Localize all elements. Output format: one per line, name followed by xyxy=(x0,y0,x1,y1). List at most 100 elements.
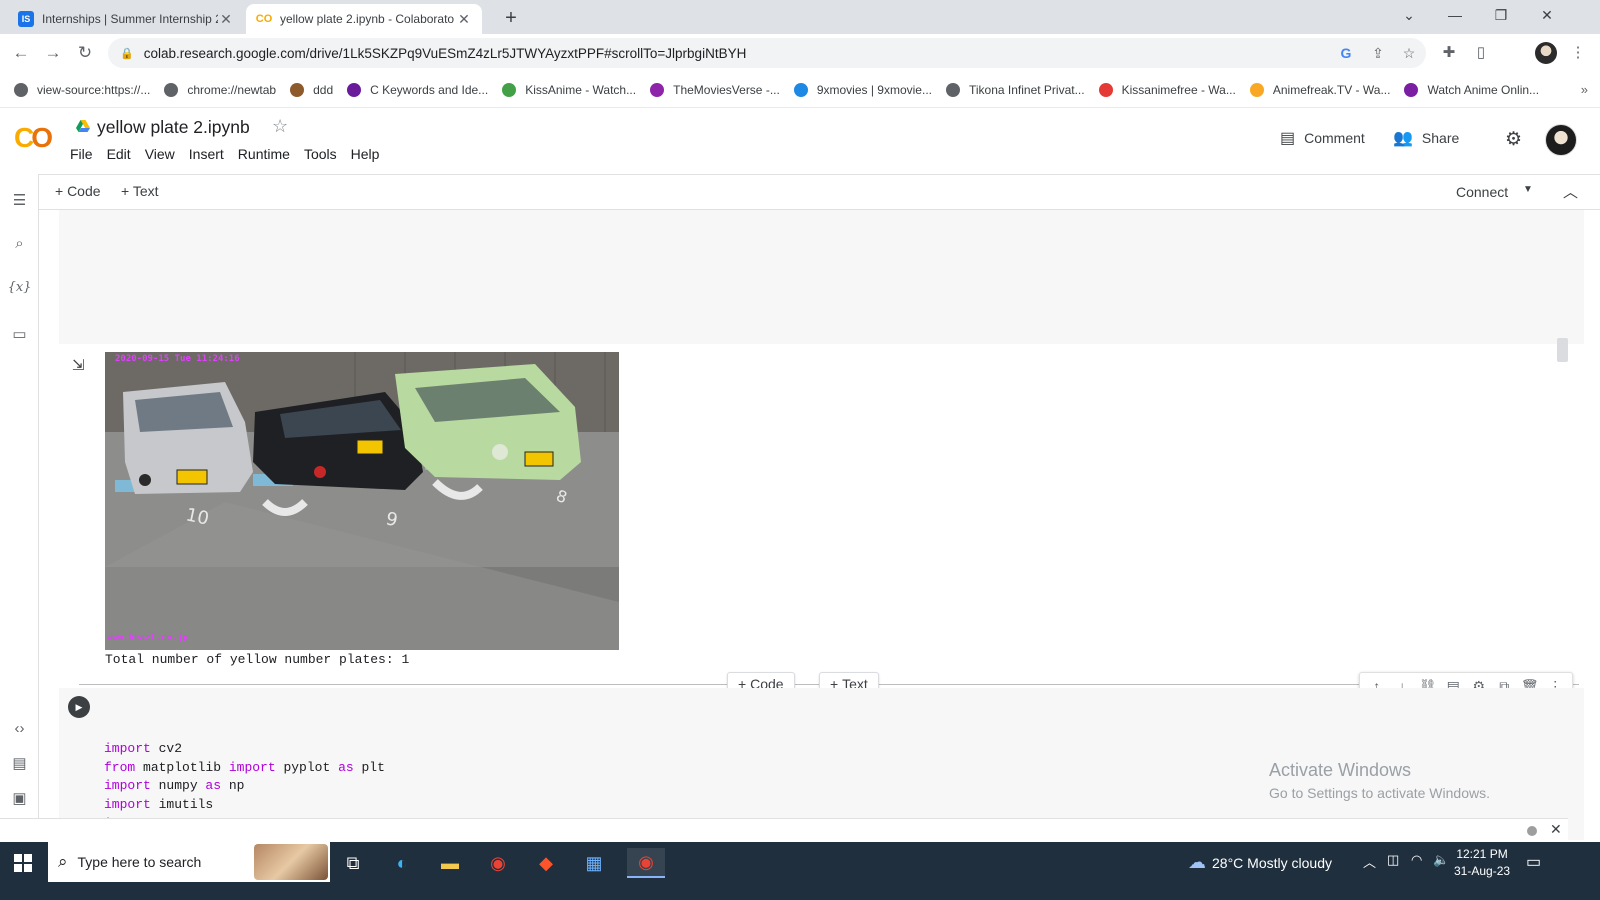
menu-runtime[interactable]: Runtime xyxy=(238,146,290,162)
code-keyword: from xyxy=(104,759,136,775)
terminal-icon[interactable]: ▣ xyxy=(0,789,39,807)
connect-button[interactable]: Connect xyxy=(1456,184,1508,200)
menu-view[interactable]: View xyxy=(145,146,175,162)
tab-search-chevron-icon[interactable]: ⌄ xyxy=(1386,0,1432,30)
tab-title: yellow plate 2.ipynb - Colaborato xyxy=(280,12,455,26)
share-label: Share xyxy=(1421,130,1460,146)
output-image-parked-cars: 10 9 8 2020-09-15 Tue 11:24:16 www.heazl… xyxy=(105,352,619,650)
side-panel-icon[interactable]: ▯ xyxy=(1468,40,1494,66)
search-icon[interactable]: ⌕ xyxy=(0,235,39,252)
add-code-cell-button[interactable]: + Code xyxy=(55,183,101,199)
code-token: numpy xyxy=(150,778,206,794)
bookmark-item[interactable]: Animefreak.TV - Wa... xyxy=(1249,82,1391,97)
bookmark-label: Animefreak.TV - Wa... xyxy=(1272,82,1391,97)
menu-tools[interactable]: Tools xyxy=(304,146,337,162)
minimize-icon[interactable]: — xyxy=(1432,0,1478,30)
browser-menu-icon[interactable]: ⋮ xyxy=(1568,40,1588,66)
collapse-header-icon[interactable]: ︿ xyxy=(1563,181,1578,202)
files-folder-icon[interactable]: ▭ xyxy=(0,325,39,343)
bookmark-favicon-icon xyxy=(502,82,517,97)
colab-logo-icon[interactable]: CO xyxy=(14,122,53,154)
url-text[interactable]: colab.research.google.com/drive/1Lk5SKZP… xyxy=(144,46,747,61)
chrome-profile-icon[interactable]: ◉ xyxy=(627,848,665,878)
colab-status-bar: ✕ xyxy=(0,818,1568,842)
bookmark-item[interactable]: KissAnime - Watch... xyxy=(502,82,636,97)
back-arrow-icon[interactable]: ← xyxy=(8,40,34,66)
microsoft-store-icon[interactable]: ▦ xyxy=(579,848,609,878)
edge-browser-icon[interactable]: ◐ xyxy=(387,848,417,878)
tab-title: Internships | Summer Internship 2 xyxy=(42,12,218,26)
forward-arrow-icon[interactable]: → xyxy=(40,40,66,66)
star-notebook-icon[interactable]: ☆ xyxy=(272,116,288,137)
variables-icon[interactable]: {x} xyxy=(0,280,39,295)
connect-dropdown-icon[interactable]: ▼ xyxy=(1523,184,1533,195)
comment-button[interactable]: ▤ Comment xyxy=(1280,128,1365,148)
table-of-contents-icon[interactable]: ☰ xyxy=(0,191,39,209)
bookmark-label: Kissanimefree - Wa... xyxy=(1121,82,1236,97)
google-drive-icon[interactable] xyxy=(76,120,90,133)
restore-icon[interactable]: ❐ xyxy=(1478,0,1524,30)
windows-start-icon[interactable] xyxy=(14,854,32,872)
lock-icon[interactable]: 🔒 xyxy=(120,47,134,60)
task-view-icon[interactable]: ⧉ xyxy=(338,848,368,878)
search-highlight-image xyxy=(254,844,328,880)
browser-profile-avatar[interactable] xyxy=(1535,42,1557,64)
show-hidden-icons-chevron-icon[interactable]: ︿ xyxy=(1363,852,1376,871)
file-explorer-icon[interactable]: ▬ xyxy=(435,848,465,878)
menu-file[interactable]: File xyxy=(70,146,93,162)
volume-icon[interactable]: 🔈 xyxy=(1433,852,1449,868)
bookmark-label: ddd xyxy=(313,82,334,97)
meet-now-icon[interactable]: ◫ xyxy=(1387,852,1399,868)
command-palette-icon[interactable]: ▤ xyxy=(0,754,39,772)
bookmark-favicon-icon xyxy=(793,82,808,97)
bookmark-favicon-icon xyxy=(650,82,665,97)
bookmark-item[interactable]: C Keywords and Ide... xyxy=(347,82,488,97)
account-avatar[interactable] xyxy=(1545,124,1577,156)
extensions-puzzle-icon[interactable]: ✚ xyxy=(1436,40,1462,66)
notification-center-icon[interactable]: ▭ xyxy=(1526,852,1541,872)
output-clear-icon[interactable]: ⇲ xyxy=(72,356,85,374)
bookmark-item[interactable]: TheMoviesVerse -... xyxy=(650,82,780,97)
wifi-icon[interactable]: ◠ xyxy=(1411,852,1422,868)
menu-edit[interactable]: Edit xyxy=(107,146,131,162)
status-close-icon[interactable]: ✕ xyxy=(1550,821,1562,838)
reload-icon[interactable]: ↻ xyxy=(72,40,98,66)
tab-close-icon[interactable]: ✕ xyxy=(218,11,234,28)
temperature: 28°C xyxy=(1212,854,1244,871)
bookmark-item[interactable]: 9xmovies | 9xmovie... xyxy=(793,82,932,97)
menu-insert[interactable]: Insert xyxy=(189,146,224,162)
chrome-icon[interactable]: ◉ xyxy=(483,848,513,878)
bookmark-favicon-icon xyxy=(1404,82,1419,97)
share-button[interactable]: 👥 Share xyxy=(1393,128,1459,148)
bookmarks-bar: view-source:https://... chrome://newtab dd… xyxy=(0,72,1600,108)
bookmarks-overflow-icon[interactable]: » xyxy=(1581,72,1588,108)
tab-colab[interactable]: CO yellow plate 2.ipynb - Colaborato ✕ xyxy=(246,4,482,34)
bookmark-item[interactable]: Tikona Infinet Privat... xyxy=(945,82,1085,97)
run-cell-play-icon[interactable]: ▶ xyxy=(68,696,90,718)
bookmark-star-icon[interactable]: ☆ xyxy=(1399,43,1419,63)
code-line: from matplotlib import pyplot as plt xyxy=(104,759,385,778)
bookmark-item[interactable]: ddd xyxy=(290,82,334,97)
notebook-title[interactable]: yellow plate 2.ipynb xyxy=(97,117,250,138)
bookmark-item[interactable]: Kissanimefree - Wa... xyxy=(1098,82,1236,97)
new-tab-button[interactable]: + xyxy=(498,5,524,31)
google-lens-icon[interactable]: G xyxy=(1336,43,1356,63)
system-clock[interactable]: 12:21 PM 31-Aug-23 xyxy=(1454,846,1510,880)
previous-cell[interactable] xyxy=(59,210,1584,344)
bookmark-item[interactable]: view-source:https://... xyxy=(14,82,150,97)
tab-close-icon[interactable]: ✕ xyxy=(456,11,472,28)
brave-browser-icon[interactable]: ◆ xyxy=(531,848,561,878)
add-text-cell-button[interactable]: + Text xyxy=(121,183,159,199)
bookmark-item[interactable]: Watch Anime Onlin... xyxy=(1404,82,1539,97)
notebook-scrollbar[interactable] xyxy=(1557,338,1568,362)
tab-internships[interactable]: IS Internships | Summer Internship 2 ✕ xyxy=(8,4,244,34)
weather-widget[interactable]: ☁ 28°C Mostly cloudy xyxy=(1188,852,1332,873)
share-page-icon[interactable]: ⇪ xyxy=(1368,43,1388,63)
parking-lot-illustration: 10 9 8 2020-09-15 Tue 11:24:16 www.heazl… xyxy=(105,352,619,650)
code-snippets-icon[interactable]: ‹› xyxy=(0,720,39,737)
bookmark-item[interactable]: chrome://newtab xyxy=(164,82,276,97)
close-window-icon[interactable]: ✕ xyxy=(1524,0,1570,30)
address-bar[interactable]: 🔒 colab.research.google.com/drive/1Lk5SK… xyxy=(108,38,1426,68)
menu-help[interactable]: Help xyxy=(351,146,380,162)
settings-gear-icon[interactable]: ⚙ xyxy=(1505,128,1522,151)
